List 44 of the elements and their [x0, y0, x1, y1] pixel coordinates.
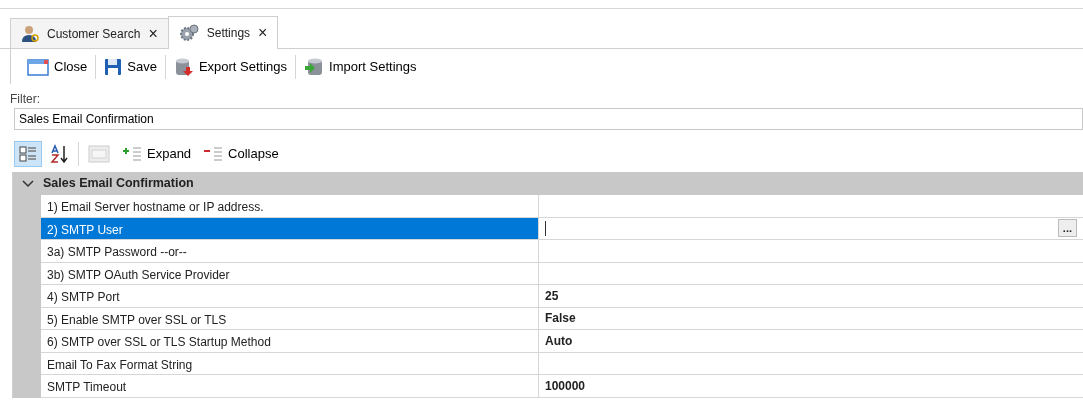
close-icon[interactable]: ×: [148, 25, 158, 42]
property-value: False: [545, 310, 576, 328]
tab-label: Settings: [206, 25, 251, 42]
property-name[interactable]: 1) Email Server hostname or IP address.: [41, 195, 539, 218]
property-value-field[interactable]: ...: [539, 217, 1083, 240]
property-name[interactable]: Email To Fax Format String: [41, 352, 539, 375]
property-name[interactable]: 6) SMTP over SSL or TLS Startup Method: [41, 330, 539, 353]
database-import-icon: [304, 56, 325, 77]
expand-button[interactable]: Expand: [117, 141, 196, 167]
category-title: Sales Email Confirmation: [43, 175, 194, 193]
filter-field[interactable]: Sales Email Confirmation: [14, 108, 1083, 130]
property-value: 100000: [545, 377, 586, 395]
floppy-icon: [104, 57, 123, 76]
chevron-down-icon: [22, 179, 34, 188]
toolbar-button[interactable]: Close: [21, 54, 94, 79]
person-icon: [21, 24, 39, 43]
property-name[interactable]: SMTP Timeout: [41, 375, 539, 398]
property-value: 25: [545, 287, 559, 305]
tab-label: Customer Search: [47, 25, 141, 43]
sort-icon: [49, 144, 69, 164]
filter-label: Filter:: [10, 91, 41, 108]
tab[interactable]: Settings ×: [167, 16, 279, 49]
categorized-icon: [18, 144, 38, 164]
expand-icon: [121, 145, 143, 163]
tab[interactable]: Customer Search ×: [10, 18, 169, 48]
categorized-button[interactable]: [14, 141, 42, 167]
toolbar-button[interactable]: Save: [98, 54, 163, 79]
property-name[interactable]: 4) SMTP Port: [41, 285, 539, 308]
gear-icon: [178, 24, 199, 42]
collapse-button[interactable]: Collapse: [198, 141, 283, 167]
toolbar-button[interactable]: Export Settings: [167, 54, 294, 79]
page-icon: [88, 144, 110, 164]
property-name[interactable]: 3b) SMTP OAuth Service Provider: [41, 262, 539, 285]
database-export-icon: [173, 56, 194, 77]
window-icon: [27, 57, 49, 76]
category-header[interactable]: Sales Email Confirmation: [13, 172, 1083, 195]
property-name[interactable]: 2) SMTP User: [41, 217, 539, 240]
property-value: Auto: [545, 332, 573, 350]
property-name[interactable]: 3a) SMTP Password --or--: [41, 240, 539, 263]
close-icon[interactable]: ×: [258, 25, 268, 41]
property-name[interactable]: 5) Enable SMTP over SSL or TLS: [41, 307, 539, 330]
ellipsis-button[interactable]: ...: [1057, 219, 1077, 238]
collapse-icon: [202, 145, 225, 163]
toolbar-button[interactable]: Import Settings: [298, 54, 423, 79]
